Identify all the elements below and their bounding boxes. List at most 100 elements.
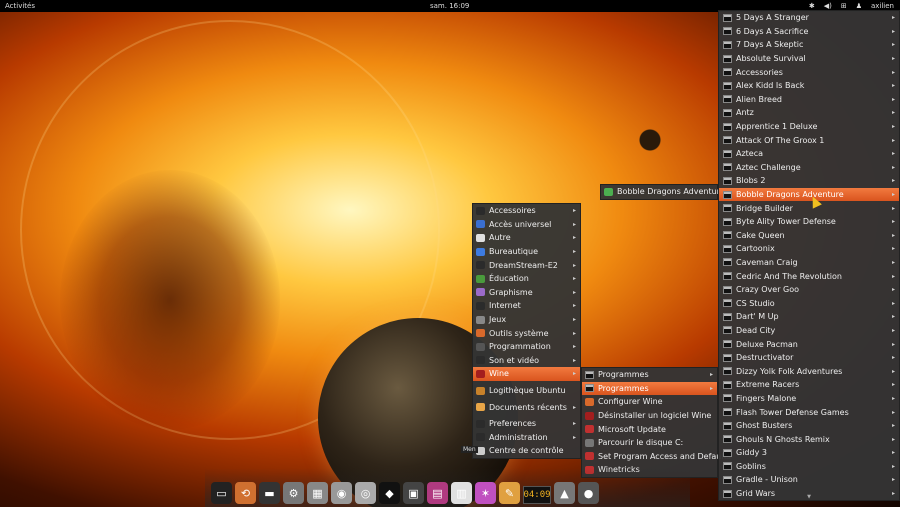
wine-menu-item[interactable]: Programmes ▸ <box>582 381 717 396</box>
game-folder-item[interactable]: Flash Tower Defense Games ▸ <box>719 405 899 419</box>
network-icon[interactable]: ◎ <box>355 482 376 504</box>
menu-item[interactable]: Son et vidéo ▸ <box>473 354 580 368</box>
submenu-arrow-icon: ▸ <box>891 422 895 430</box>
star-icon[interactable]: ✶ <box>475 482 496 504</box>
menu-item[interactable]: Éducation ▸ <box>473 272 580 286</box>
game-folder-item[interactable]: Caveman Craig ▸ <box>719 256 899 270</box>
menu-item-label: Éducation <box>489 274 529 284</box>
game-folder-item[interactable]: Bridge Builder ▸ <box>719 201 899 215</box>
wine-tool-icon <box>585 425 594 434</box>
game-folder-item[interactable]: Alien Breed ▸ <box>719 93 899 107</box>
menu-item[interactable]: DreamStream-E2 ▸ <box>473 258 580 272</box>
menu-item[interactable]: Centre de contrôle <box>473 444 580 458</box>
wine-menu-item[interactable]: Désinstaller un logiciel Wine <box>582 409 717 423</box>
game-folder-item[interactable]: Accessories ▸ <box>719 65 899 79</box>
game-folder-item[interactable]: Blobs 2 ▸ <box>719 174 899 188</box>
game-folder-item[interactable]: Alex Kidd Is Back ▸ <box>719 79 899 93</box>
window-icon[interactable]: ▬ <box>259 482 280 504</box>
game-folder-item[interactable]: 5 Days A Stranger ▸ <box>719 11 899 25</box>
game-folder-item[interactable]: Azteca ▸ <box>719 147 899 161</box>
documents-icon[interactable]: ▥ <box>451 482 472 504</box>
calculator-icon[interactable]: ▦ <box>307 482 328 504</box>
menu-item-label: Graphisme <box>489 287 533 297</box>
game-folder-item[interactable]: Crazy Over Goo ▸ <box>719 283 899 297</box>
wine-submenu: Programmes ▸ Programmes ▸ Configurer Wine Dés… <box>581 367 731 478</box>
game-folder-item[interactable]: Attack Of The Groox 1 ▸ <box>719 133 899 147</box>
disc-icon[interactable]: ● <box>578 482 599 504</box>
game-folder-item[interactable]: Destructivator ▸ <box>719 351 899 365</box>
media-icon[interactable]: ▲ <box>554 482 575 504</box>
scroll-down-arrow[interactable]: ▼ <box>719 494 899 500</box>
menu-item[interactable]: Programmation ▸ <box>473 340 580 354</box>
menu-item[interactable]: Wine ▸ <box>473 367 580 381</box>
user-name[interactable]: axilien <box>871 2 894 10</box>
game-folder-item[interactable]: Cartoonix ▸ <box>719 242 899 256</box>
menu-item[interactable]: Internet ▸ <box>473 299 580 313</box>
menu-item[interactable]: Accès universel ▸ <box>473 218 580 232</box>
bobble-launcher[interactable]: Bobble Dragons Adventure <box>601 185 725 199</box>
share-icon[interactable]: ⟲ <box>235 482 256 504</box>
menu-item[interactable]: Bureautique ▸ <box>473 245 580 259</box>
image-viewer-icon[interactable]: ▤ <box>427 482 448 504</box>
game-folder-item[interactable]: Byte Ality Tower Defense ▸ <box>719 215 899 229</box>
wine-menu-item[interactable]: Configurer Wine <box>582 395 717 409</box>
menu-item[interactable]: Outils système ▸ <box>473 326 580 340</box>
game-folder-item[interactable]: Absolute Survival ▸ <box>719 52 899 66</box>
menu-item[interactable]: Documents récents ▸ <box>473 400 580 414</box>
wine-menu-item[interactable]: Programmes ▸ <box>582 368 717 382</box>
menu-item[interactable]: Jeux ▸ <box>473 313 580 327</box>
game-folder-item[interactable]: Antz ▸ <box>719 106 899 120</box>
game-folder-item[interactable]: 6 Days A Sacrifice ▸ <box>719 25 899 39</box>
game-folder-item[interactable]: Apprentice 1 Deluxe ▸ <box>719 120 899 134</box>
browser-icon[interactable]: ◉ <box>331 482 352 504</box>
game-folder-item[interactable]: Deluxe Pacman ▸ <box>719 337 899 351</box>
network-icon[interactable]: ⊞ <box>841 2 847 10</box>
menu-item[interactable]: Administration ▸ <box>473 431 580 445</box>
game-folder-label: Dizzy Yolk Folk Adventures <box>736 366 843 376</box>
menu-item[interactable]: Logithèque Ubuntu <box>473 384 580 398</box>
folder-icon <box>723 394 732 403</box>
folder-icon <box>723 326 732 335</box>
game-folder-item[interactable]: Dart' M Up ▸ <box>719 310 899 324</box>
terminal-icon[interactable]: ▭ <box>211 482 232 504</box>
menu-item[interactable]: Graphisme ▸ <box>473 286 580 300</box>
wine-menu-item[interactable]: Parcourir le disque C: <box>582 436 717 450</box>
menu-item[interactable]: Accessoires ▸ <box>473 204 580 218</box>
game-folder-item[interactable]: Extreme Racers ▸ <box>719 378 899 392</box>
monitor-icon[interactable]: ▣ <box>403 482 424 504</box>
user-icon[interactable]: ♟ <box>856 2 862 10</box>
folder-icon <box>723 380 732 389</box>
game-folder-item[interactable]: 7 Days A Skeptic ▸ <box>719 38 899 52</box>
game-folder-item[interactable]: Aztec Challenge ▸ <box>719 161 899 175</box>
game-folder-label: Fingers Malone <box>736 393 797 403</box>
wine-menu-item[interactable]: Set Program Access and Defaults <box>582 450 731 464</box>
game-folder-label: Azteca <box>736 149 764 159</box>
menu-item[interactable]: Autre ▸ <box>473 231 580 245</box>
bluetooth-icon[interactable]: ✱ <box>809 2 815 10</box>
settings-icon[interactable]: ⚙ <box>283 482 304 504</box>
menu-item[interactable]: Preferences ▸ <box>473 417 580 431</box>
game-folder-item[interactable]: Cedric And The Revolution ▸ <box>719 269 899 283</box>
game-folder-item[interactable]: Goblins ▸ <box>719 460 899 474</box>
game-folder-item[interactable]: Ghouls N Ghosts Remix ▸ <box>719 432 899 446</box>
game-folder-item[interactable]: Dizzy Yolk Folk Adventures ▸ <box>719 364 899 378</box>
volume-icon[interactable]: ◀) <box>824 2 832 10</box>
game-folder-item[interactable]: Cake Queen ▸ <box>719 229 899 243</box>
submenu-arrow-icon: ▸ <box>572 329 576 337</box>
folder-icon <box>723 312 732 321</box>
folder-icon <box>723 299 732 308</box>
wine-menu-item-label: Configurer Wine <box>598 397 663 407</box>
game-folder-item[interactable]: Giddy 3 ▸ <box>719 446 899 460</box>
game-folder-item[interactable]: Ghost Busters ▸ <box>719 419 899 433</box>
folder-icon <box>723 435 732 444</box>
game-folder-item[interactable]: Gradle - Unison ▸ <box>719 473 899 487</box>
submenu-arrow-icon: ▸ <box>891 27 895 35</box>
paint-icon[interactable]: ✎ <box>499 482 520 504</box>
clock[interactable]: sam. 16:09 <box>430 2 469 10</box>
game-folder-item[interactable]: Dead City ▸ <box>719 324 899 338</box>
game-folder-item[interactable]: Fingers Malone ▸ <box>719 392 899 406</box>
tux-icon[interactable]: ◆ <box>379 482 400 504</box>
activities-button[interactable]: Activités <box>5 2 35 10</box>
wine-menu-item[interactable]: Microsoft Update <box>582 422 717 436</box>
game-folder-item[interactable]: CS Studio ▸ <box>719 296 899 310</box>
